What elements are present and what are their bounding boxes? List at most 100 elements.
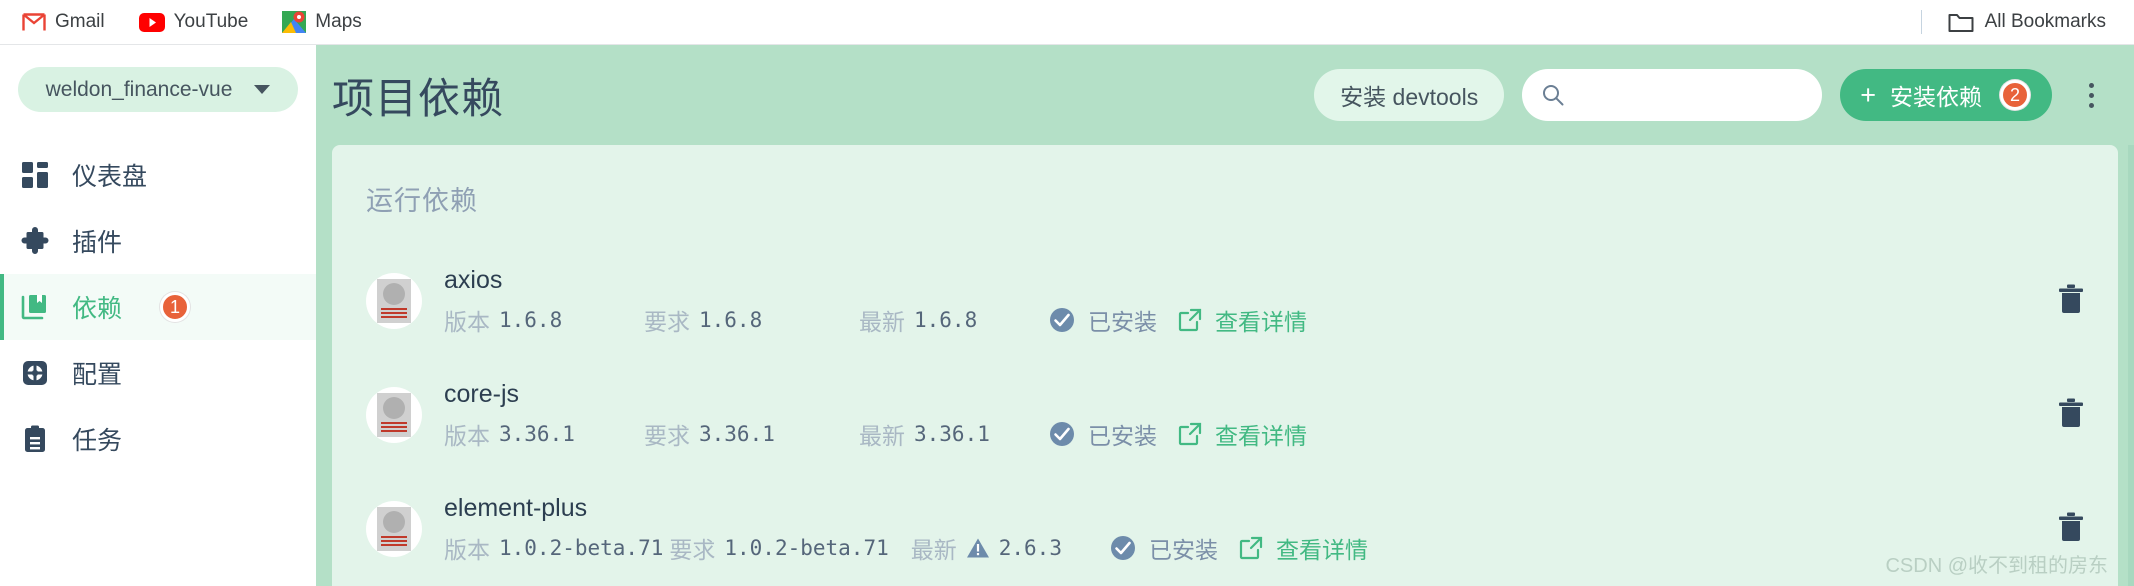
bookmarks-divider — [1920, 10, 1922, 34]
sidebar-dependencies-badge: 1 — [160, 292, 191, 322]
version-label: 版本 — [444, 308, 490, 335]
sidebar-item-dependencies[interactable]: 依赖 1 — [0, 274, 316, 340]
view-details-link[interactable]: 查看详情 — [1215, 417, 1307, 451]
maps-icon — [282, 11, 307, 33]
youtube-icon — [138, 12, 165, 32]
install-devtools-button[interactable]: 安装 devtools — [1314, 69, 1505, 121]
search-box[interactable] — [1522, 69, 1823, 121]
broken-image-avatar — [377, 507, 411, 551]
latest-value: 3.36.1 — [914, 421, 990, 446]
dependency-meta: 版本 1.6.8 要求 1.6.8 最新 1.6.8 已安装 查看详情 — [444, 303, 1307, 337]
latest-label: 最新 — [859, 308, 905, 335]
bookmark-label: Maps — [315, 11, 362, 32]
required-label: 要求 — [644, 422, 690, 449]
dashboard-icon — [20, 161, 50, 189]
latest-value: 1.6.8 — [914, 307, 978, 332]
gear-icon — [20, 359, 50, 387]
latest-label: 最新 — [910, 536, 957, 563]
bookmark-label: Gmail — [55, 11, 105, 32]
trash-icon[interactable] — [2058, 512, 2084, 547]
dependency-name: core-js — [444, 379, 520, 408]
app-body: weldon_finance-vue 仪表盘 插件 依赖 1 配置 任务 项目依… — [0, 45, 2134, 586]
avatar — [366, 501, 422, 557]
dependency-name: element-plus — [444, 493, 588, 522]
sidebar-item-tasks[interactable]: 任务 — [0, 406, 316, 472]
dependency-list: axios 版本 1.6.8 要求 1.6.8 最新 1.6.8 已安装 查看详… — [332, 244, 2118, 586]
trash-icon[interactable] — [2058, 284, 2084, 319]
clipboard-icon — [20, 425, 50, 453]
dependency-meta: 版本 3.36.1 要求 3.36.1 最新 3.36.1 已安装 查看详情 — [444, 417, 1307, 451]
avatar — [366, 387, 422, 443]
external-link-icon[interactable] — [1178, 308, 1202, 332]
broken-image-avatar — [377, 393, 411, 437]
sidebar-item-configuration[interactable]: 配置 — [0, 340, 316, 406]
version-value: 1.0.2-beta.71 — [499, 535, 664, 560]
status-badge: 已安装 — [1148, 536, 1218, 563]
bookmark-youtube[interactable]: YouTube — [138, 11, 248, 33]
trash-icon[interactable] — [2058, 398, 2084, 433]
required-value: 3.36.1 — [699, 421, 775, 446]
dependencies-panel: 运行依赖 axios 版本 1.6.8 要求 1.6.8 最新 1.6.8 已安… — [332, 145, 2118, 586]
sidebar-item-label: 依赖 — [72, 295, 123, 323]
sidebar-nav: 仪表盘 插件 依赖 1 配置 任务 — [0, 142, 316, 472]
main-header: 项目依赖 安装 devtools + 安装依赖 2 — [316, 45, 2134, 145]
plus-icon: + — [1860, 79, 1876, 110]
dependency-info: element-plus 版本 1.0.2-beta.71 要求 1.0.2-b… — [444, 494, 1368, 565]
dependency-status: 已安装 查看详情 — [1049, 303, 1307, 337]
bookmark-gmail[interactable]: Gmail — [22, 11, 105, 33]
dependency-info: axios 版本 1.6.8 要求 1.6.8 最新 1.6.8 已安装 查看详… — [444, 266, 1307, 337]
version-value: 3.36.1 — [499, 421, 575, 446]
dependency-status: 已安装 查看详情 — [1110, 531, 1368, 565]
sidebar-item-plugins[interactable]: 插件 — [0, 208, 316, 274]
sidebar: weldon_finance-vue 仪表盘 插件 依赖 1 配置 任务 — [0, 45, 316, 586]
bookmark-maps[interactable]: Maps — [282, 11, 362, 33]
kebab-dot — [2088, 82, 2094, 88]
avatar — [366, 273, 422, 329]
section-title-runtime-dependencies: 运行依赖 — [366, 186, 478, 216]
version-value: 1.6.8 — [499, 307, 563, 332]
sidebar-item-label: 配置 — [72, 361, 123, 389]
dependency-status: 已安装 查看详情 — [1049, 417, 1307, 451]
warning-triangle-icon — [966, 537, 990, 559]
scrollbar[interactable] — [2128, 145, 2134, 586]
required-label: 要求 — [644, 308, 690, 335]
chevron-down-icon — [254, 85, 271, 94]
view-details-link[interactable]: 查看详情 — [1276, 531, 1368, 565]
table-row[interactable]: core-js 版本 3.36.1 要求 3.36.1 最新 3.36.1 已安… — [332, 358, 2118, 472]
broken-image-avatar — [377, 279, 411, 323]
table-row[interactable]: element-plus 版本 1.0.2-beta.71 要求 1.0.2-b… — [332, 472, 2118, 586]
kebab-menu-icon[interactable] — [2074, 82, 2108, 108]
folder-icon — [1948, 12, 1974, 33]
version-label: 版本 — [444, 422, 490, 449]
bookmarks-bar: Gmail YouTube Maps All Bookmarks — [0, 0, 2134, 45]
puzzle-icon — [20, 227, 50, 255]
required-value: 1.6.8 — [699, 307, 763, 332]
required-value: 1.0.2-beta.71 — [724, 535, 889, 560]
install-dependency-badge: 2 — [1999, 80, 2030, 110]
all-bookmarks-label: All Bookmarks — [1984, 11, 2106, 32]
main-content: 项目依赖 安装 devtools + 安装依赖 2 运行依赖 axios 版本 … — [316, 45, 2134, 586]
project-selector-value: weldon_finance-vue — [45, 77, 233, 101]
external-link-icon[interactable] — [1178, 422, 1202, 446]
check-circle-icon — [1049, 421, 1075, 447]
kebab-dot — [2088, 92, 2094, 98]
latest-label: 最新 — [859, 422, 905, 449]
sidebar-item-dashboard[interactable]: 仪表盘 — [0, 142, 316, 208]
view-details-link[interactable]: 查看详情 — [1215, 303, 1307, 337]
install-dependency-button[interactable]: + 安装依赖 2 — [1840, 69, 2052, 121]
external-link-icon[interactable] — [1239, 536, 1263, 560]
sidebar-item-label: 仪表盘 — [72, 163, 148, 191]
dependency-info: core-js 版本 3.36.1 要求 3.36.1 最新 3.36.1 已安… — [444, 380, 1307, 451]
status-badge: 已安装 — [1088, 308, 1157, 335]
dependency-meta: 版本 1.0.2-beta.71 要求 1.0.2-beta.71 最新 2.6… — [444, 531, 1368, 565]
project-selector[interactable]: weldon_finance-vue — [18, 67, 298, 112]
gmail-icon — [22, 12, 46, 32]
browser-window: Gmail YouTube Maps All Bookmarks weldon_… — [0, 0, 2134, 586]
check-circle-icon — [1049, 307, 1075, 333]
latest-value: 2.6.3 — [998, 535, 1062, 560]
table-row[interactable]: axios 版本 1.6.8 要求 1.6.8 最新 1.6.8 已安装 查看详… — [332, 244, 2118, 358]
status-badge: 已安装 — [1088, 422, 1157, 449]
search-input[interactable] — [1576, 82, 1803, 108]
all-bookmarks-button[interactable]: All Bookmarks — [1948, 11, 2106, 33]
sidebar-item-label: 任务 — [72, 427, 123, 455]
